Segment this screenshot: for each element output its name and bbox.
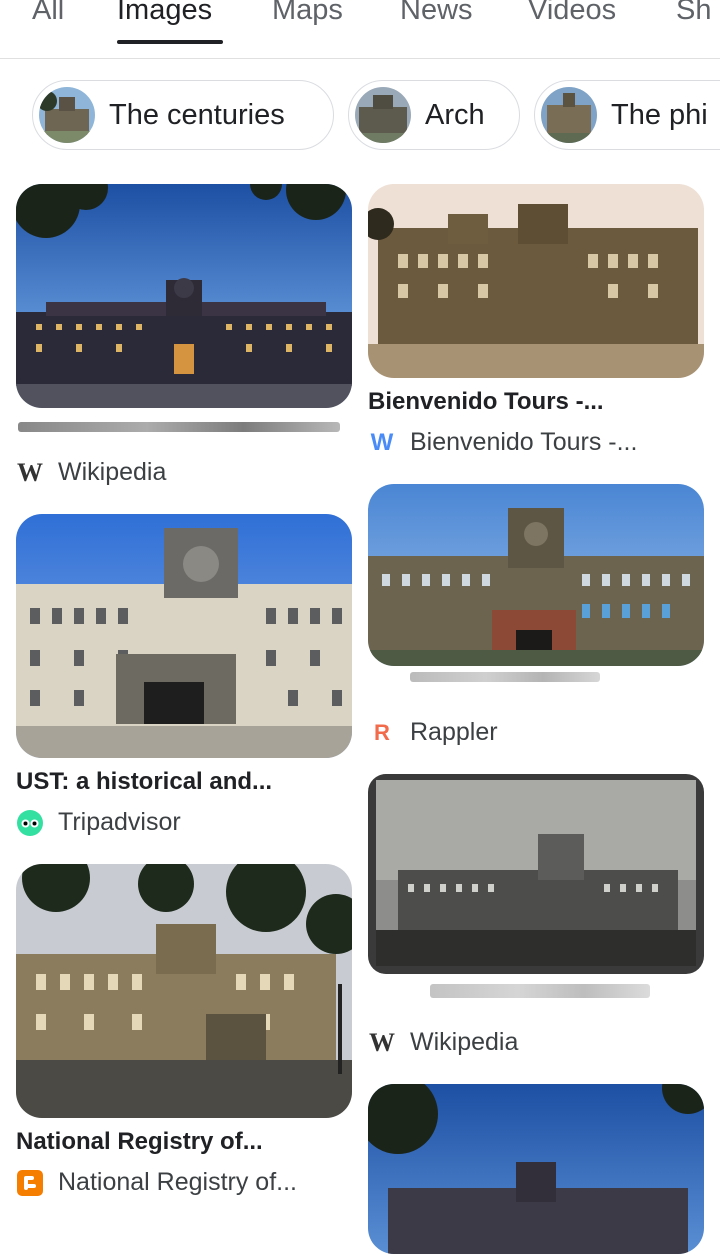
blurred-title <box>430 984 650 998</box>
chip-label: The centuries <box>109 98 285 131</box>
result-5-title[interactable]: National Registry of... <box>16 1128 263 1156</box>
chip-label: The phi <box>611 98 708 131</box>
search-tabs: All Images Maps News Videos Sh <box>0 0 720 59</box>
image-result-5[interactable] <box>16 864 352 1118</box>
blurred-title <box>18 422 340 432</box>
chip-thumbnail <box>541 87 597 143</box>
source-name: Wikipedia <box>410 1028 519 1056</box>
image-result-4[interactable] <box>368 484 704 666</box>
wikipedia-icon: W <box>17 457 43 487</box>
tab-news[interactable]: News <box>400 0 473 27</box>
source-name: Tripadvisor <box>58 808 181 836</box>
result-4-source[interactable]: R Rappler <box>368 718 498 747</box>
tab-images[interactable]: Images <box>117 0 212 27</box>
tab-shopping[interactable]: Sh <box>676 0 711 27</box>
blurred-title <box>410 672 600 682</box>
image-result-1[interactable] <box>16 184 352 408</box>
related-search-chips: The centuries Arch The phi <box>0 80 720 152</box>
image-result-2[interactable] <box>368 184 704 378</box>
result-5-source[interactable]: National Registry of... <box>16 1168 297 1197</box>
image-result-3[interactable] <box>16 514 352 758</box>
image-result-6[interactable] <box>368 774 704 974</box>
chip-thumbnail <box>355 87 411 143</box>
image-result-7[interactable] <box>368 1084 704 1254</box>
active-tab-indicator <box>117 40 223 44</box>
tab-all[interactable]: All <box>32 0 64 27</box>
tab-videos[interactable]: Videos <box>528 0 616 27</box>
bienvenido-w-icon: W <box>370 428 394 456</box>
tripadvisor-icon <box>16 809 44 837</box>
chip-the-centuries[interactable]: The centuries <box>32 80 334 150</box>
tab-maps[interactable]: Maps <box>272 0 343 27</box>
blogger-icon <box>16 1169 44 1197</box>
result-2-source[interactable]: W Bienvenido Tours -... <box>368 428 638 457</box>
rappler-icon: R <box>374 719 390 745</box>
result-3-title[interactable]: UST: a historical and... <box>16 768 272 796</box>
chip-arch[interactable]: Arch <box>348 80 520 150</box>
wikipedia-icon: W <box>369 1027 395 1057</box>
chip-label: Arch <box>425 98 485 131</box>
source-name: Wikipedia <box>58 458 167 486</box>
result-2-title[interactable]: Bienvenido Tours -... <box>368 388 604 416</box>
chip-thumbnail <box>39 87 95 143</box>
source-name: Bienvenido Tours -... <box>410 428 638 456</box>
source-name: Rappler <box>410 718 498 746</box>
result-6-source[interactable]: W Wikipedia <box>368 1028 518 1057</box>
chip-the-phi[interactable]: The phi <box>534 80 720 150</box>
source-name: National Registry of... <box>58 1168 297 1196</box>
result-1-source[interactable]: W Wikipedia <box>16 458 166 487</box>
result-3-source[interactable]: Tripadvisor <box>16 808 181 837</box>
